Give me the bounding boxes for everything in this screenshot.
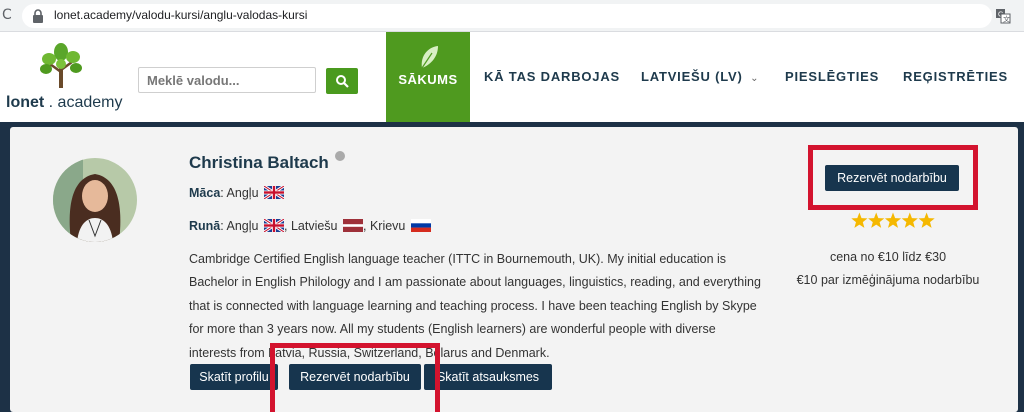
nav-how-it-works[interactable]: KĀ TAS DARBOJAS [484, 69, 620, 84]
teaches-row: Māca: Angļu [189, 186, 285, 200]
lonet-logo[interactable]: lonet . academy [6, 42, 122, 114]
lock-icon [33, 9, 43, 23]
search-icon [336, 74, 349, 88]
uk-flag-icon [263, 219, 284, 232]
svg-text:文: 文 [1003, 15, 1010, 24]
view-profile-button[interactable]: Skatīt profilu [190, 364, 278, 390]
nav-home[interactable]: SĀKUMS [386, 32, 470, 122]
logo-text: lonet . academy [6, 94, 123, 111]
star-icon [851, 212, 868, 228]
site-header: lonet . academy SĀKUMS KĀ TAS DARBOJAS L… [0, 32, 1024, 122]
omnibox[interactable]: lonet.academy/valodu-kursi/anglu-valodas… [22, 4, 992, 28]
star-icon [868, 212, 885, 228]
tree-icon [40, 43, 82, 88]
star-icon [918, 212, 935, 228]
browser-address-bar: C lonet.academy/valodu-kursi/anglu-valod… [0, 0, 1024, 32]
teacher-name[interactable]: Christina Baltach [189, 153, 329, 173]
reload-icon[interactable]: C [2, 7, 18, 23]
star-icon [884, 212, 902, 228]
url-text: lonet.academy/valodu-kursi/anglu-valodas… [54, 8, 308, 22]
view-reviews-button[interactable]: Skatīt atsauksmes [424, 364, 552, 390]
uk-flag-icon [264, 186, 285, 199]
latvia-flag-icon [342, 219, 363, 232]
offline-status-icon [335, 151, 345, 161]
rating-stars [851, 212, 935, 228]
nav-login[interactable]: PIESLĒGTIES [785, 69, 879, 84]
book-lesson-button-bottom[interactable]: Rezervēt nodarbību [289, 364, 421, 390]
nav-language-select[interactable]: LATVIEŠU (LV) ⌄ [641, 69, 759, 84]
leaf-icon [421, 46, 438, 69]
teacher-avatar[interactable] [53, 158, 137, 242]
speaks-row: Runā: Angļu , Latviešu , Krievu [189, 219, 431, 233]
chevron-down-icon: ⌄ [750, 73, 760, 84]
translate-icon[interactable]: G 文 [995, 8, 1011, 24]
book-lesson-button-top[interactable]: Rezervēt nodarbību [825, 165, 959, 191]
nav-register[interactable]: REĢISTRĒTIES [903, 69, 1008, 84]
price-range: cena no €10 līdz €30 [829, 250, 947, 264]
nav-language-label: LATVIEŠU (LV) [641, 69, 743, 84]
search-button[interactable] [326, 68, 358, 94]
trial-price: €10 par izmēģinājuma nodarbību [796, 273, 980, 287]
russia-flag-icon [410, 219, 431, 232]
language-search-input[interactable] [138, 67, 316, 93]
star-icon [901, 212, 918, 228]
